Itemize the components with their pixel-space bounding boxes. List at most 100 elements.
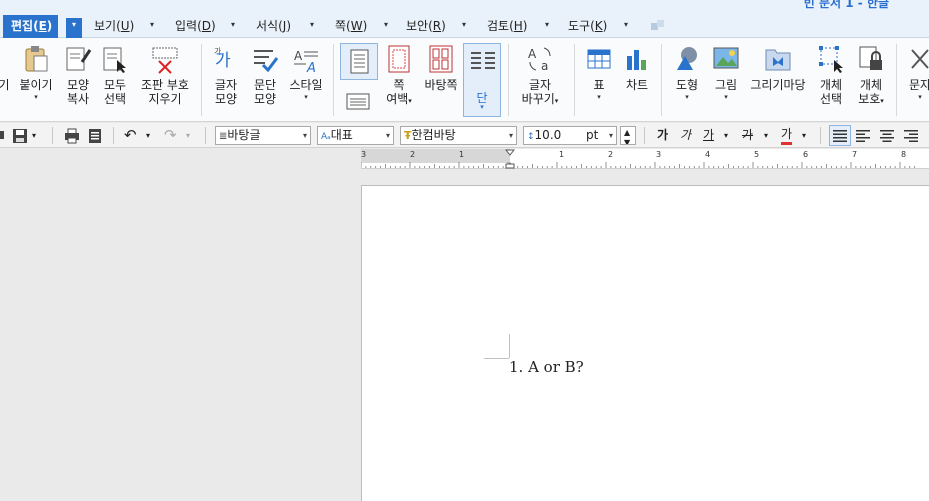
ribbon-separator <box>333 44 334 116</box>
change-case-icon: Aa <box>528 47 551 73</box>
columns-dropdown-icon: ▾ <box>480 103 484 111</box>
ribbon-separator <box>508 44 509 116</box>
save-button[interactable] <box>12 126 28 145</box>
ruler-number: 4 <box>705 150 711 159</box>
change-case-button[interactable]: Aa 글자 바꾸기▾ <box>517 44 563 108</box>
erase-marks-button[interactable]: 조판 부호 지우기 <box>138 44 192 106</box>
menu-security[interactable]: 보안(R) <box>406 17 446 37</box>
paste-button[interactable]: 붙이기 ▾ <box>16 44 56 102</box>
cut-button[interactable]: 기 <box>0 44 10 92</box>
italic-button[interactable]: 가 <box>680 126 691 145</box>
menu-view-arrow-icon[interactable]: ▾ <box>150 20 154 29</box>
menu-page[interactable]: 쪽(W) <box>335 17 367 37</box>
ribbon-separator <box>896 44 897 116</box>
redo-dropdown-icon[interactable]: ▾ <box>186 126 190 145</box>
char-shape-button[interactable]: 가가 글자 모양 <box>209 44 243 106</box>
style-icon: AA <box>294 49 318 74</box>
select-all-button[interactable]: 모두 선택 <box>99 44 131 106</box>
undo-dropdown-icon[interactable]: ▾ <box>146 126 150 145</box>
align-center-button[interactable] <box>880 126 894 145</box>
page-landscape-button[interactable] <box>346 92 370 115</box>
select-object-icon <box>819 46 843 73</box>
ruler-number: 7 <box>852 150 858 159</box>
font-size-input[interactable]: ↕10.0 pt ▾ <box>523 126 617 145</box>
align-right-button[interactable] <box>904 126 918 145</box>
style-button[interactable]: AA 스타일 ▾ <box>287 44 325 102</box>
chart-icon <box>627 50 646 70</box>
undo-button[interactable]: ↶ <box>124 126 137 145</box>
hwp-window: 빈 문서 1 - 한글 편집(E) ▾ 보기(U) ▾ 입력(D) ▾ 서식(J… <box>0 0 929 501</box>
menu-security-arrow-icon[interactable]: ▾ <box>462 20 466 29</box>
indent-marker-icon[interactable] <box>505 149 515 169</box>
align-justify-icon <box>833 130 847 142</box>
save-dropdown-icon[interactable]: ▾ <box>32 126 36 145</box>
master-page-button[interactable]: 바탕쪽 <box>422 44 460 92</box>
draw-gallery-button[interactable]: 그리기마당 <box>747 44 809 92</box>
picture-icon <box>713 47 739 69</box>
menu-edit[interactable]: 편집(E) <box>3 15 59 38</box>
underline-dropdown-icon[interactable]: ▾ <box>724 126 728 145</box>
erase-marks-icon <box>152 47 178 74</box>
font-color-dropdown-icon[interactable]: ▾ <box>802 126 806 145</box>
columns-button[interactable]: 단 ▾ <box>463 43 501 117</box>
extra-tool-icon[interactable] <box>650 18 666 35</box>
underline-button[interactable]: 가 <box>703 126 714 145</box>
document-workspace[interactable]: 1. A or B? <box>0 170 929 501</box>
style-select[interactable]: ≣바탕글 ▾ <box>215 126 311 145</box>
menu-insert-arrow-icon[interactable]: ▾ <box>231 20 235 29</box>
ruler-number: 3 <box>361 150 367 159</box>
menu-page-arrow-icon[interactable]: ▾ <box>384 20 388 29</box>
menu-view[interactable]: 보기(U) <box>94 17 134 37</box>
page-margin-icon <box>388 45 410 73</box>
chart-button[interactable]: 차트 <box>622 44 652 92</box>
draw-gallery-icon <box>765 49 791 71</box>
font-type-icon: Ŧ <box>404 129 412 142</box>
bold-button[interactable]: 가 <box>657 126 668 145</box>
page-margin-button[interactable]: 쪽 여백▾ <box>384 44 414 108</box>
svg-text:A: A <box>528 47 537 61</box>
format-painter-icon <box>66 47 92 71</box>
format-toolbar: ▾ ↶ ▾ ↷ ▾ ≣바탕글 ▾ Aₐ대표 ▾ Ŧ한컴바탕 ▾ ↕10.0 pt ▾ ▲ … <box>0 123 929 148</box>
save-icon <box>13 129 27 143</box>
document-page[interactable]: 1. A or B? <box>361 185 929 501</box>
style-dropdown-icon: ▾ <box>304 93 308 101</box>
strikethrough-dropdown-icon[interactable]: ▾ <box>764 126 768 145</box>
menu-format-arrow-icon[interactable]: ▾ <box>310 20 314 29</box>
preview-button[interactable] <box>87 126 103 145</box>
menu-review-arrow-icon[interactable]: ▾ <box>545 20 549 29</box>
text-tool-button[interactable]: 문자 ▾ <box>905 44 929 102</box>
table-button[interactable]: 표 ▾ <box>584 44 614 102</box>
horizontal-ruler[interactable]: 3 2 1 1 2 3 4 5 6 7 8 <box>361 149 929 169</box>
font-size-stepper[interactable]: ▲ ▼ <box>620 126 636 145</box>
align-left-button[interactable] <box>856 126 870 145</box>
font-size-icon: ↕ <box>527 132 535 142</box>
para-shape-button[interactable]: 문단 모양 <box>248 44 282 106</box>
align-left-icon <box>856 130 870 142</box>
font-color-button[interactable]: 가 <box>781 126 793 145</box>
page-portrait-button[interactable] <box>340 43 378 80</box>
ruler-number: 6 <box>803 150 809 159</box>
shape-button[interactable]: 도형 ▾ <box>670 44 704 102</box>
print-button[interactable] <box>64 126 80 145</box>
redo-icon: ↷ <box>164 126 177 144</box>
picture-button[interactable]: 그림 ▾ <box>709 44 743 102</box>
menu-format[interactable]: 서식(J) <box>256 17 291 37</box>
menu-tools[interactable]: 도구(K) <box>568 17 607 37</box>
toolbar-partial-button[interactable] <box>0 126 6 145</box>
font-select[interactable]: Ŧ한컴바탕 ▾ <box>400 126 517 145</box>
strikethrough-button[interactable]: 가 <box>742 126 753 145</box>
language-select[interactable]: Aₐ대표 ▾ <box>317 126 394 145</box>
table-icon <box>587 49 611 69</box>
menu-edit-arrow-icon[interactable]: ▾ <box>66 18 82 38</box>
align-justify-button[interactable] <box>829 125 851 146</box>
menu-tools-arrow-icon[interactable]: ▾ <box>624 20 628 29</box>
redo-button[interactable]: ↷ <box>164 126 177 145</box>
copy-format-button[interactable]: 모양 복사 <box>62 44 94 106</box>
menu-review[interactable]: 검토(H) <box>487 17 527 37</box>
page-landscape-icon <box>346 93 370 110</box>
menu-insert[interactable]: 입력(D) <box>175 17 216 37</box>
protect-object-button[interactable]: 개체 보호▾ <box>853 44 889 108</box>
document-text-line[interactable]: 1. A or B? <box>509 358 584 376</box>
print-icon <box>65 128 79 144</box>
select-object-button[interactable]: 개체 선택 <box>814 44 848 106</box>
